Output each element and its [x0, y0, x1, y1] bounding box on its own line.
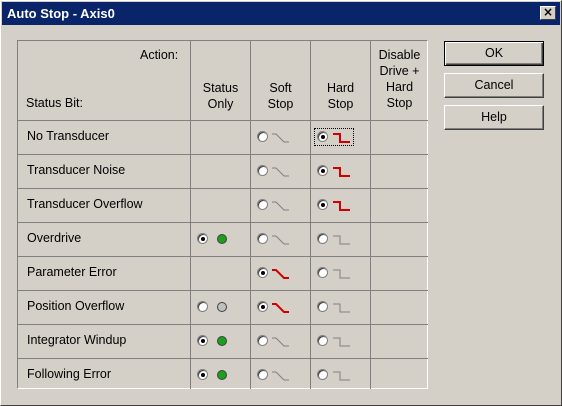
- soft-stop-radio[interactable]: [257, 199, 268, 210]
- ok-button[interactable]: OK: [444, 41, 544, 66]
- close-button[interactable]: ×: [540, 6, 556, 20]
- row-divider: [17, 290, 428, 291]
- status-only-radio[interactable]: [197, 233, 208, 244]
- soft-stop-icon: [270, 300, 290, 314]
- hard-stop-icon: [331, 334, 351, 348]
- soft-stop-radio[interactable]: [257, 267, 268, 278]
- hard-stop-radio[interactable]: [317, 233, 328, 244]
- soft-stop-radio[interactable]: [257, 335, 268, 346]
- row-divider: [17, 188, 428, 189]
- row-label: Integrator Windup: [27, 333, 127, 347]
- row-divider: [17, 358, 428, 359]
- hard-stop-radio[interactable]: [317, 335, 328, 346]
- soft-stop-radio[interactable]: [257, 165, 268, 176]
- col-header-status-only: Status Only: [202, 81, 239, 111]
- soft-stop-radio[interactable]: [257, 233, 268, 244]
- status-led-icon: [217, 370, 227, 380]
- status-only-radio[interactable]: [197, 369, 208, 380]
- action-label: Action:: [140, 48, 179, 62]
- soft-stop-icon: [270, 164, 290, 178]
- soft-stop-radio[interactable]: [257, 131, 268, 142]
- soft-stop-radio[interactable]: [257, 369, 268, 380]
- col-header-disable-drive: Disable Drive + Hard Stop: [378, 48, 421, 110]
- row-label: Parameter Error: [27, 265, 117, 279]
- cancel-button[interactable]: Cancel: [444, 73, 544, 98]
- row-divider: [17, 324, 428, 325]
- row-label: Following Error: [27, 367, 112, 381]
- status-led-icon: [217, 336, 227, 346]
- row-divider: [17, 222, 428, 223]
- hard-stop-radio[interactable]: [317, 165, 328, 176]
- hard-stop-radio[interactable]: [317, 267, 328, 278]
- hard-stop-icon: [331, 368, 351, 382]
- hard-stop-icon: [331, 232, 351, 246]
- hard-stop-radio[interactable]: [317, 199, 328, 210]
- status-only-radio[interactable]: [197, 301, 208, 312]
- row-label: Overdrive: [27, 231, 82, 245]
- focus-rect: [314, 128, 354, 146]
- soft-stop-radio[interactable]: [257, 301, 268, 312]
- title-bar[interactable]: Auto Stop - Axis0 ×: [2, 2, 560, 25]
- row-divider: [17, 154, 428, 155]
- row-label: No Transducer: [27, 129, 109, 143]
- row-label: Transducer Overflow: [27, 197, 143, 211]
- row-label: Transducer Noise: [27, 163, 126, 177]
- col-header-soft-stop: Soft Stop: [267, 81, 294, 111]
- hard-stop-radio[interactable]: [317, 301, 328, 312]
- soft-stop-icon: [270, 368, 290, 382]
- window-title: Auto Stop - Axis0: [7, 6, 115, 21]
- hard-stop-radio[interactable]: [317, 369, 328, 380]
- soft-stop-icon: [270, 334, 290, 348]
- hard-stop-icon: [331, 164, 351, 178]
- status-only-radio[interactable]: [197, 335, 208, 346]
- help-button[interactable]: Help: [444, 105, 544, 130]
- status-led-icon: [217, 302, 227, 312]
- col-header-hard-stop: Hard Stop: [326, 81, 355, 111]
- hard-stop-icon: [331, 198, 351, 212]
- hard-stop-icon: [331, 300, 351, 314]
- close-icon: ×: [542, 5, 554, 19]
- status-led-icon: [217, 234, 227, 244]
- row-label: Position Overflow: [27, 299, 125, 313]
- hard-stop-icon: [331, 266, 351, 280]
- row-divider: [17, 120, 428, 121]
- soft-stop-icon: [270, 232, 290, 246]
- soft-stop-icon: [270, 198, 290, 212]
- row-divider: [17, 256, 428, 257]
- soft-stop-icon: [270, 130, 290, 144]
- soft-stop-icon: [270, 266, 290, 280]
- status-bit-label: Status Bit:: [26, 96, 83, 110]
